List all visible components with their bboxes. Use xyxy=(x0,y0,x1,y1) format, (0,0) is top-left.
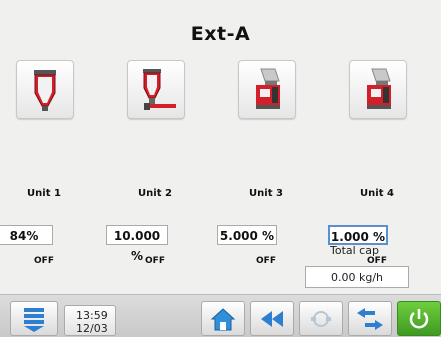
unit-1-state: OFF xyxy=(34,256,54,266)
unit-3-value-field[interactable]: 5.000 % xyxy=(217,225,277,245)
power-icon xyxy=(409,308,429,328)
feeder-machine-icon xyxy=(256,68,280,109)
total-cap-value: 0.00 kg/h xyxy=(305,266,409,288)
clock: 13:59 12/03 xyxy=(64,305,116,336)
unit-1-button[interactable] xyxy=(16,60,74,119)
transfer-button[interactable] xyxy=(348,301,392,336)
unit-4-value-field[interactable]: 1.000 % xyxy=(328,225,388,245)
feeder-machine-icon xyxy=(367,68,391,109)
transfer-arrows-icon xyxy=(357,307,383,330)
menu-list-icon xyxy=(24,307,44,332)
home-icon xyxy=(210,307,236,330)
unit-4-label: Unit 4 xyxy=(360,188,394,199)
clock-time: 13:59 xyxy=(76,309,108,322)
unit-2-label: Unit 2 xyxy=(138,188,172,199)
unit-3-label: Unit 3 xyxy=(249,188,283,199)
unit-2-button[interactable] xyxy=(127,60,185,119)
back-button[interactable] xyxy=(250,301,294,336)
unit-4-button[interactable] xyxy=(349,60,407,119)
hopper-doser-icon xyxy=(143,69,176,110)
unit-1-value-field[interactable]: 84% xyxy=(0,225,53,245)
unit-2-value-field[interactable]: 10.000 % xyxy=(106,225,168,263)
rewind-icon xyxy=(261,310,283,327)
hopper-icon xyxy=(34,70,56,111)
cycle-icon xyxy=(311,310,331,327)
total-cap-label: Total cap xyxy=(330,244,379,257)
unit-3-state: OFF xyxy=(256,256,276,266)
page-title: Ext-A xyxy=(190,23,251,45)
unit-3-button[interactable] xyxy=(238,60,296,119)
menu-button[interactable] xyxy=(10,301,58,336)
power-button[interactable] xyxy=(397,301,441,336)
unit-4-state: OFF xyxy=(367,256,387,266)
home-button[interactable] xyxy=(201,301,245,336)
clock-date: 12/03 xyxy=(76,322,108,335)
cycle-button[interactable] xyxy=(299,301,343,336)
unit-2-state: OFF xyxy=(145,256,165,266)
unit-1-label: Unit 1 xyxy=(27,188,61,199)
